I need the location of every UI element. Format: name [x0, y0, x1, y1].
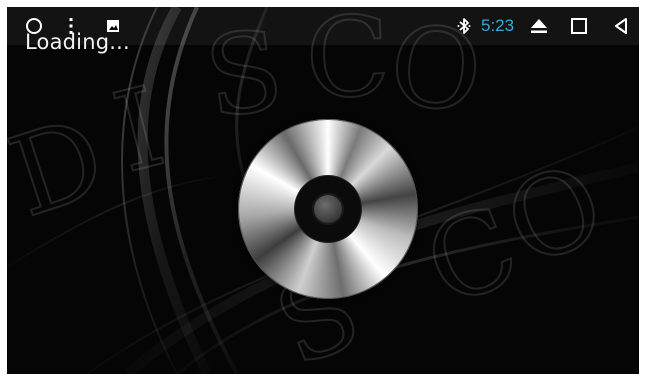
cd-hub	[314, 195, 342, 223]
recent-apps-square-icon[interactable]	[568, 15, 590, 37]
status-clock: 5:23	[481, 16, 515, 35]
svg-text:D: D	[7, 93, 119, 242]
bluetooth-icon	[455, 16, 473, 36]
cd-disc	[238, 119, 418, 299]
svg-text:I: I	[102, 63, 175, 198]
loading-text: Loading...	[25, 30, 130, 54]
back-triangle-icon[interactable]	[610, 15, 632, 37]
screen: D I S C O C O S 5:23 Loading...	[7, 7, 639, 374]
eject-icon[interactable]	[528, 16, 550, 36]
cd-disc-surface	[238, 119, 418, 299]
